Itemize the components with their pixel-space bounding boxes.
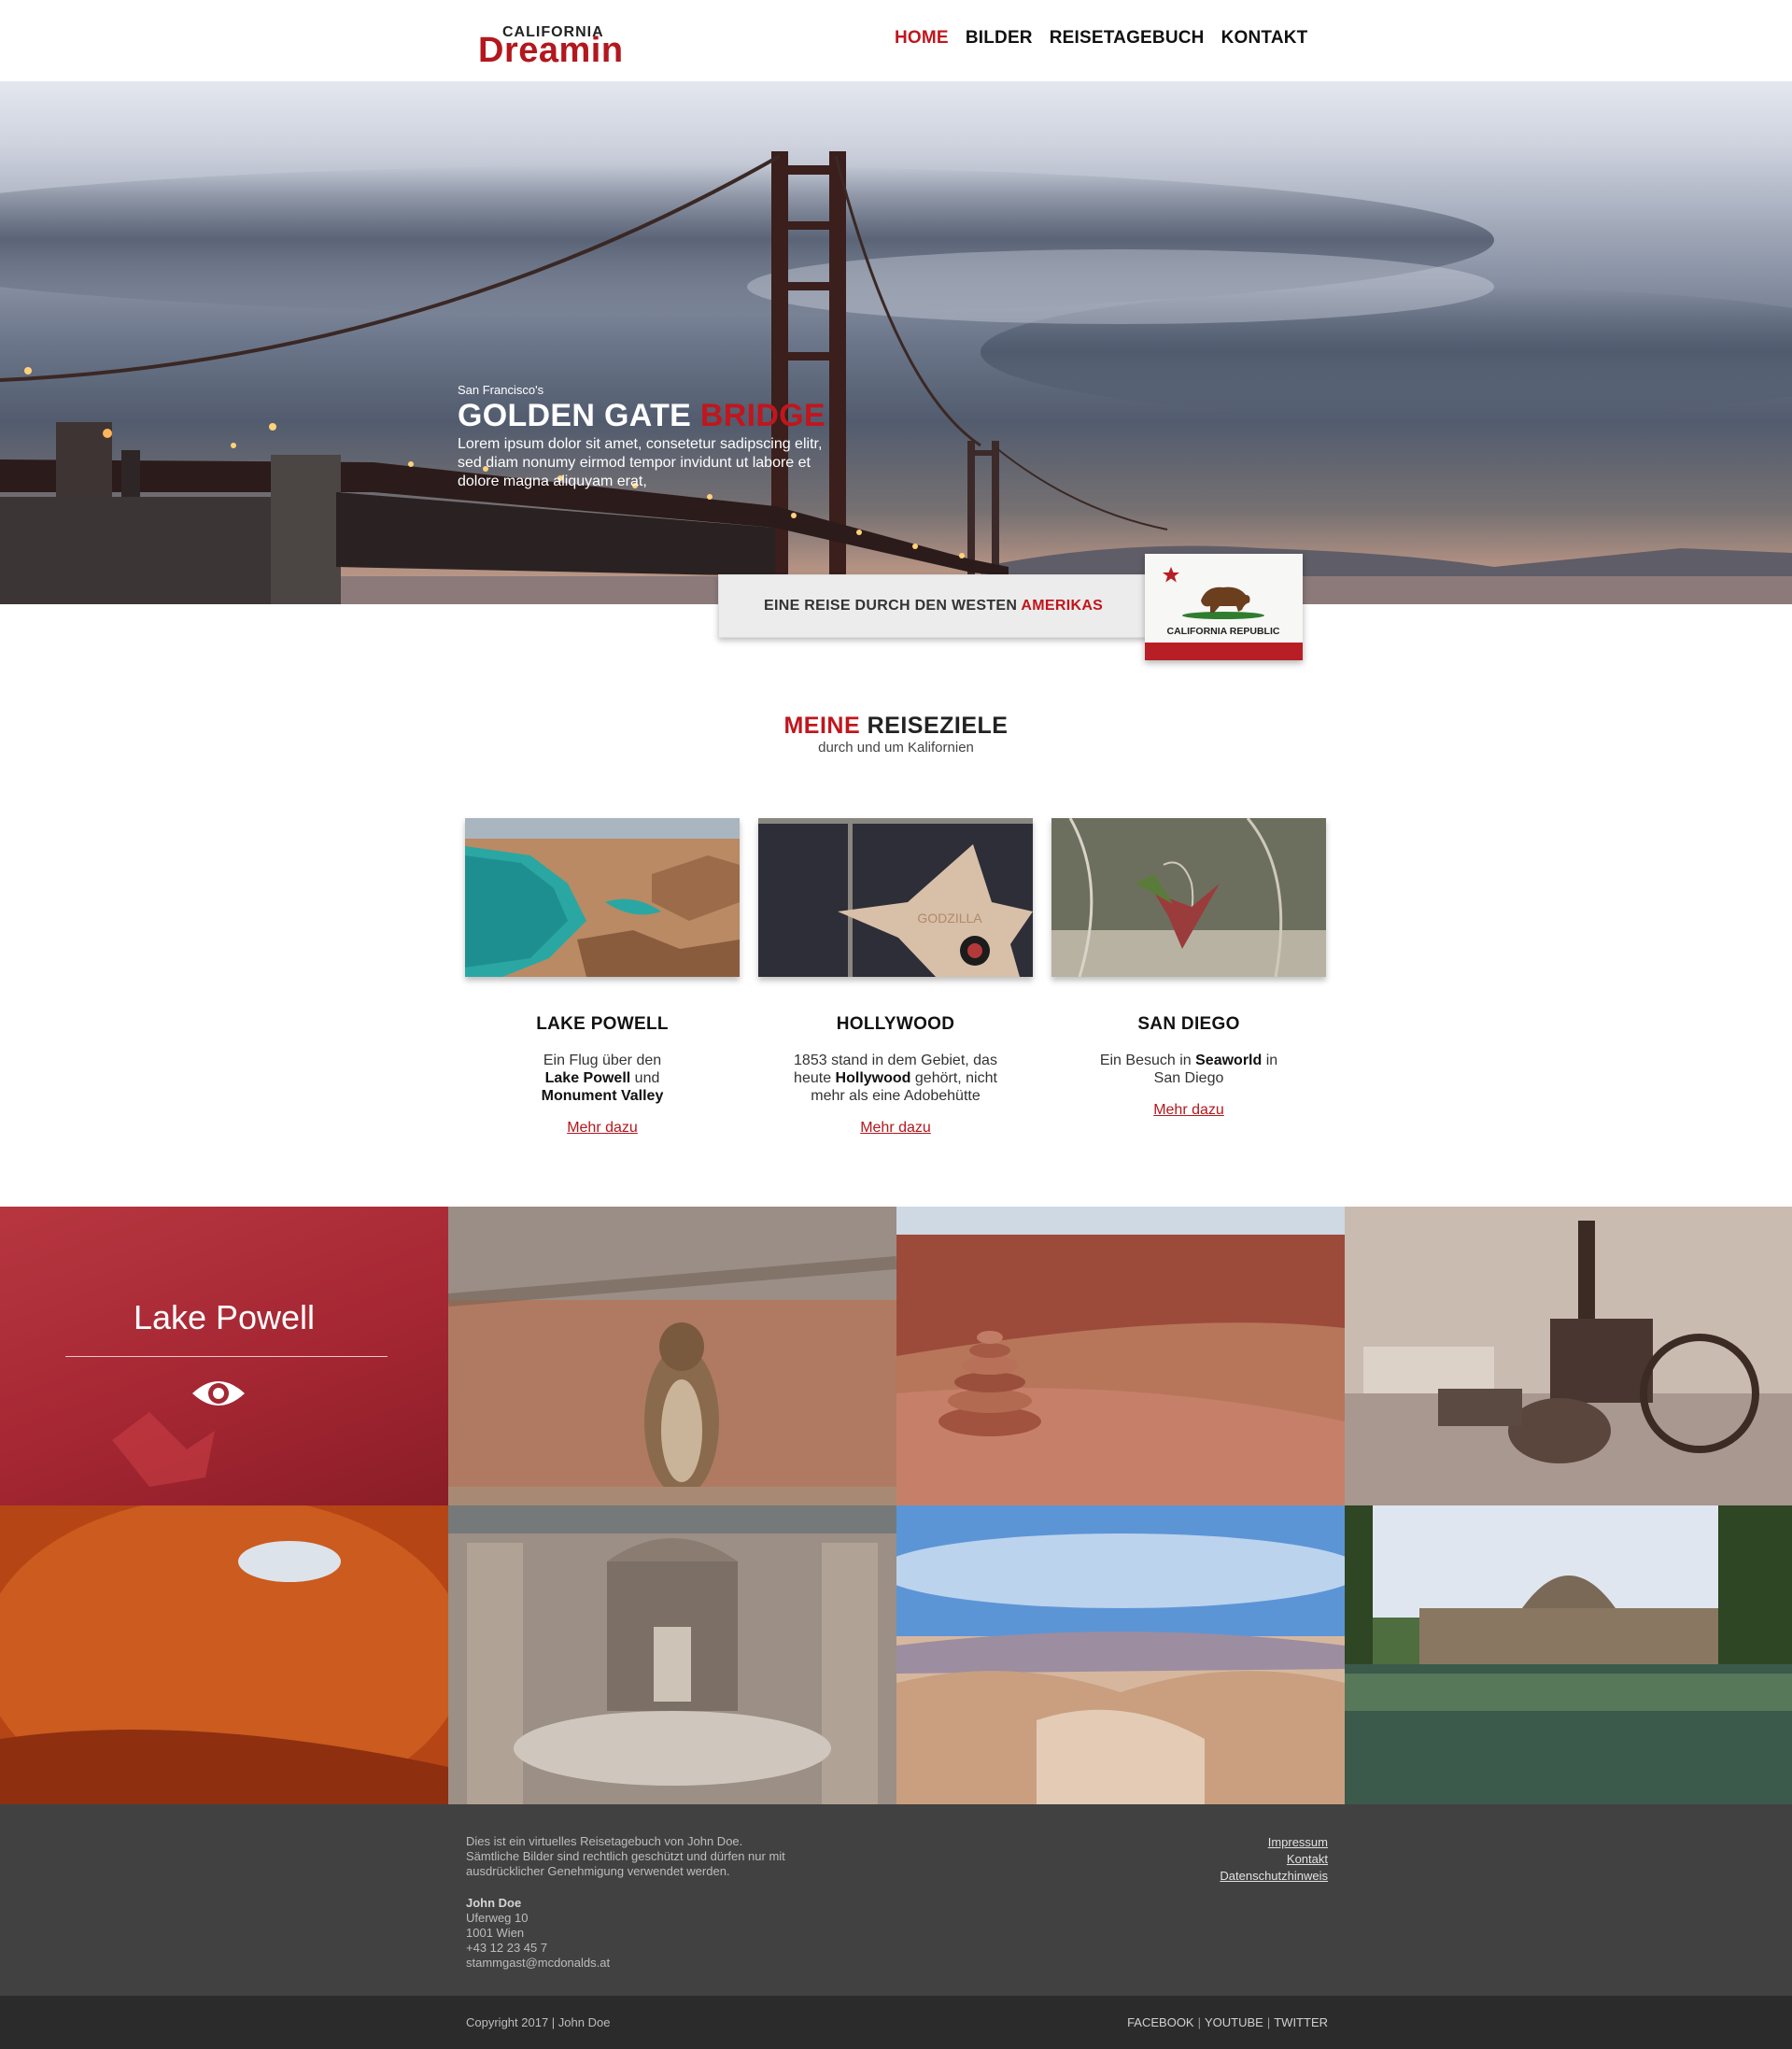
footer-contact-block: John Doe Uferweg 10 1001 Wien +43 12 23 … [466,1896,610,1971]
copyright-text: Copyright 2017 | John Doe [466,2015,611,2029]
destinations-heading-main: REISEZIELE [867,713,1009,739]
site-logo[interactable]: CALIFORNIA Dreamin [476,21,626,70]
gallery-overlay-divider [65,1356,388,1357]
svg-text:GODZILLA: GODZILLA [917,911,982,926]
card-description: Ein Flug über den Lake Powell und Monume… [541,1053,664,1104]
hollywood-star-image[interactable]: GODZILLA [758,818,1033,977]
footer-contact-city: 1001 Wien [466,1926,525,1940]
flag-label-text: CALIFORNIA REPUBLIC [1167,626,1280,637]
hero-description: Lorem ipsum dolor sit amet, consetetur s… [458,436,823,490]
gallery-overlay-title: Lake Powell [133,1298,316,1336]
destinations-subtitle: durch und um Kalifornien [818,740,974,756]
footer-contact-street: Uferweg 10 [466,1911,529,1925]
card-title: LAKE POWELL [536,1014,669,1034]
nav-kontakt[interactable]: KONTAKT [1221,28,1308,49]
more-link-san-diego[interactable]: Mehr dazu [1051,1102,1326,1119]
destinations-heading-accent: MEINE [783,713,861,739]
footer-contact-phone: +43 12 23 45 7 [466,1941,548,1955]
card-title: SAN DIEGO [1137,1014,1240,1034]
destination-card-lake-powell: LAKE POWELL Ein Flug über den Lake Powel… [465,818,740,1137]
card-description: 1853 stand in dem Gebiet, das heute Holl… [794,1053,997,1104]
card-description: Ein Besuch in Seaworld in San Diego [1099,1053,1278,1086]
gallery-tile-squirrel[interactable] [448,1207,896,1505]
site-footer: Dies ist ein virtuelles Reisetagebuch vo… [0,1804,1792,1996]
gallery-tile-red-arch[interactable] [0,1505,448,1804]
social-link-youtube[interactable]: YOUTUBE [1205,2015,1263,2029]
gallery-tile-botanical-building[interactable] [1345,1505,1792,1804]
journey-banner: EINE REISE DURCH DEN WESTEN AMERIKAS [718,574,1148,638]
eye-icon[interactable] [190,1375,247,1412]
hero-text-block: San Francisco's GOLDEN GATE BRIDGE Lorem… [458,383,850,491]
card-title: HOLLYWOOD [836,1014,955,1034]
gallery-tile-stone-stack[interactable] [896,1207,1345,1505]
lake-powell-image[interactable] [465,818,740,977]
footer-contact-email: stammgast@mcdonalds.at [466,1956,611,1970]
hero-section: San Francisco's GOLDEN GATE BRIDGE Lorem… [0,81,1792,604]
social-link-twitter[interactable]: TWITTER [1274,2015,1328,2029]
hero-title-main: GOLDEN GATE [458,398,692,433]
footer-link-impressum[interactable]: Impressum [1141,1834,1328,1851]
san-diego-image[interactable] [1051,818,1326,977]
main-nav: HOME BILDER REISETAGEBUCH KONTAKT [895,28,1307,49]
hero-title-accent: BRIDGE [699,398,825,433]
more-link-lake-powell[interactable]: Mehr dazu [465,1120,740,1137]
nav-home[interactable]: HOME [895,28,949,49]
destination-card-san-diego: SAN DIEGO Ein Besuch in Seaworld in San … [1051,818,1326,1119]
nav-reisetagebuch[interactable]: REISETAGEBUCH [1050,28,1205,49]
logo-main-text: Dreamin [478,31,624,70]
footer-links: Impressum Kontakt Datenschutzhinweis [1141,1834,1328,1885]
social-link-facebook[interactable]: FACEBOOK [1127,2015,1194,2029]
golden-gate-bridge-image [0,151,1792,604]
nav-bilder[interactable]: BILDER [966,28,1033,49]
footer-link-datenschutz[interactable]: Datenschutzhinweis [1141,1868,1328,1885]
gallery-tile-desert[interactable] [896,1505,1345,1804]
footer-link-kontakt[interactable]: Kontakt [1141,1851,1328,1868]
gallery-tile-lake-powell-overlay[interactable]: Lake Powell [0,1207,448,1505]
destinations-heading: MEINE REISEZIELE [0,713,1792,740]
california-flag-image: CALIFORNIA REPUBLIC [1145,554,1303,660]
destination-card-hollywood: GODZILLA HOLLYWOOD 1853 stand in dem Geb… [758,818,1033,1137]
hero-subtitle: San Francisco's [458,383,544,397]
more-link-hollywood[interactable]: Mehr dazu [758,1120,1033,1137]
banner-text: EINE REISE DURCH DEN WESTEN AMERIKAS [764,598,1103,615]
hero-title: GOLDEN GATE BRIDGE [458,398,850,433]
footer-bottom-bar: Copyright 2017 | John Doe FACEBOOK | YOUTU… [0,1996,1792,2049]
footer-contact-name: John Doe [466,1896,522,1910]
photo-gallery: Lake Powell [0,1207,1792,1804]
footer-about-text: Dies ist ein virtuelles Reisetagebuch vo… [466,1834,785,1878]
bear-flag-icon: CALIFORNIA REPUBLIC [1145,554,1303,660]
gallery-tile-fountain[interactable] [448,1505,896,1804]
social-links: FACEBOOK | YOUTUBE | TWITTER [1127,2015,1328,2029]
gallery-tile-steam-tractor[interactable] [1345,1207,1792,1505]
banner-text-accent: AMERIKAS [1021,598,1104,614]
banner-text-main: EINE REISE DURCH DEN WESTEN [764,598,1018,614]
site-header: CALIFORNIA Dreamin HOME BILDER REISETAGE… [0,0,1792,81]
